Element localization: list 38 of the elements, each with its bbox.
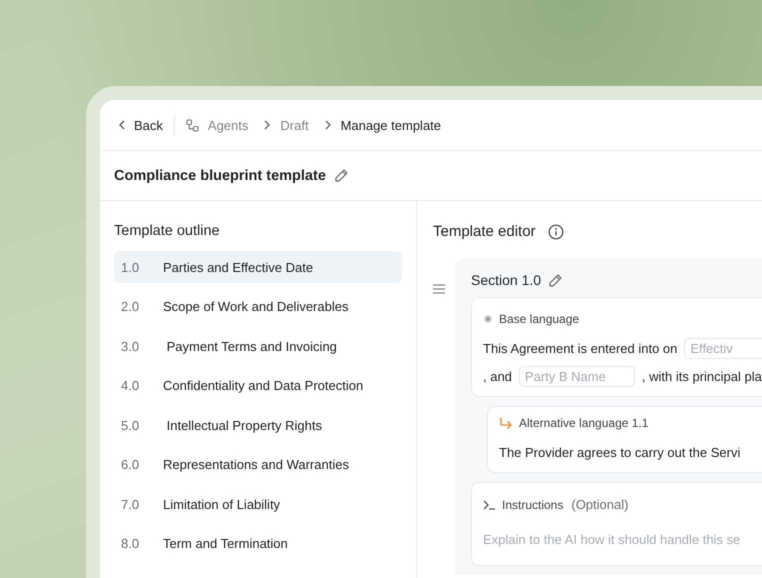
terminal-icon xyxy=(483,500,496,510)
dot-icon xyxy=(483,314,493,324)
outline-title: Template outline xyxy=(114,223,221,239)
outline-item[interactable]: 8.0 Term and Termination xyxy=(114,528,402,560)
clause-text: , and xyxy=(483,368,512,384)
outline-item[interactable]: 6.0 Representations and Warranties xyxy=(114,448,402,480)
breadcrumb-link[interactable]: Draft xyxy=(280,118,309,132)
clause-text: , with its principal pla xyxy=(642,368,762,384)
breadcrumb-link[interactable]: Agents xyxy=(208,118,248,132)
template-title: Compliance blueprint template xyxy=(114,168,326,184)
chevron-right-icon xyxy=(324,120,332,130)
card-label: Base language xyxy=(499,312,580,326)
optional-hint: (Optional) xyxy=(571,497,628,512)
pencil-icon[interactable] xyxy=(334,168,349,183)
chevron-left-icon xyxy=(118,120,126,130)
breadcrumb-link[interactable]: Manage template xyxy=(340,118,442,132)
clause-text: The Provider agrees to carry out the Servi xyxy=(499,444,740,460)
drag-handle-icon[interactable] xyxy=(433,284,445,294)
input-field[interactable]: Effectiv xyxy=(684,338,762,358)
clause-text: This Agreement is entered into on xyxy=(483,340,678,356)
input-field[interactable]: Party B Name xyxy=(518,366,635,386)
back-button[interactable]: Back xyxy=(118,118,163,132)
card-label: Alternative language 1.1 xyxy=(519,416,648,430)
outline-item[interactable]: 1.0 Parties and Effective Date xyxy=(114,251,402,283)
nodes-icon xyxy=(186,118,199,132)
card-label: Instructions xyxy=(502,498,564,512)
outline-item[interactable]: 7.0 Limitation of Liability xyxy=(114,488,402,520)
section-title: Section 1.0 xyxy=(471,272,542,288)
editor-title: Template editor xyxy=(433,223,536,240)
chevron-right-icon xyxy=(263,120,272,130)
outline-item[interactable]: 2.0 Scope of Work and Deliverables xyxy=(114,290,402,322)
outline-item[interactable]: 4.0 Confidentiality and Data Protection xyxy=(114,370,402,402)
outline-item[interactable]: 3.0 Payment Terms and Invoicing xyxy=(114,330,402,362)
outline-item[interactable]: 5.0 Intellectual Property Rights xyxy=(114,409,402,441)
instructions-box[interactable]: Instructions (Optional) Explain to the AI how it should handle this se xyxy=(471,482,762,566)
pencil-icon[interactable] xyxy=(548,272,564,288)
return-arrow-icon xyxy=(499,416,513,430)
info-icon[interactable] xyxy=(548,224,564,240)
